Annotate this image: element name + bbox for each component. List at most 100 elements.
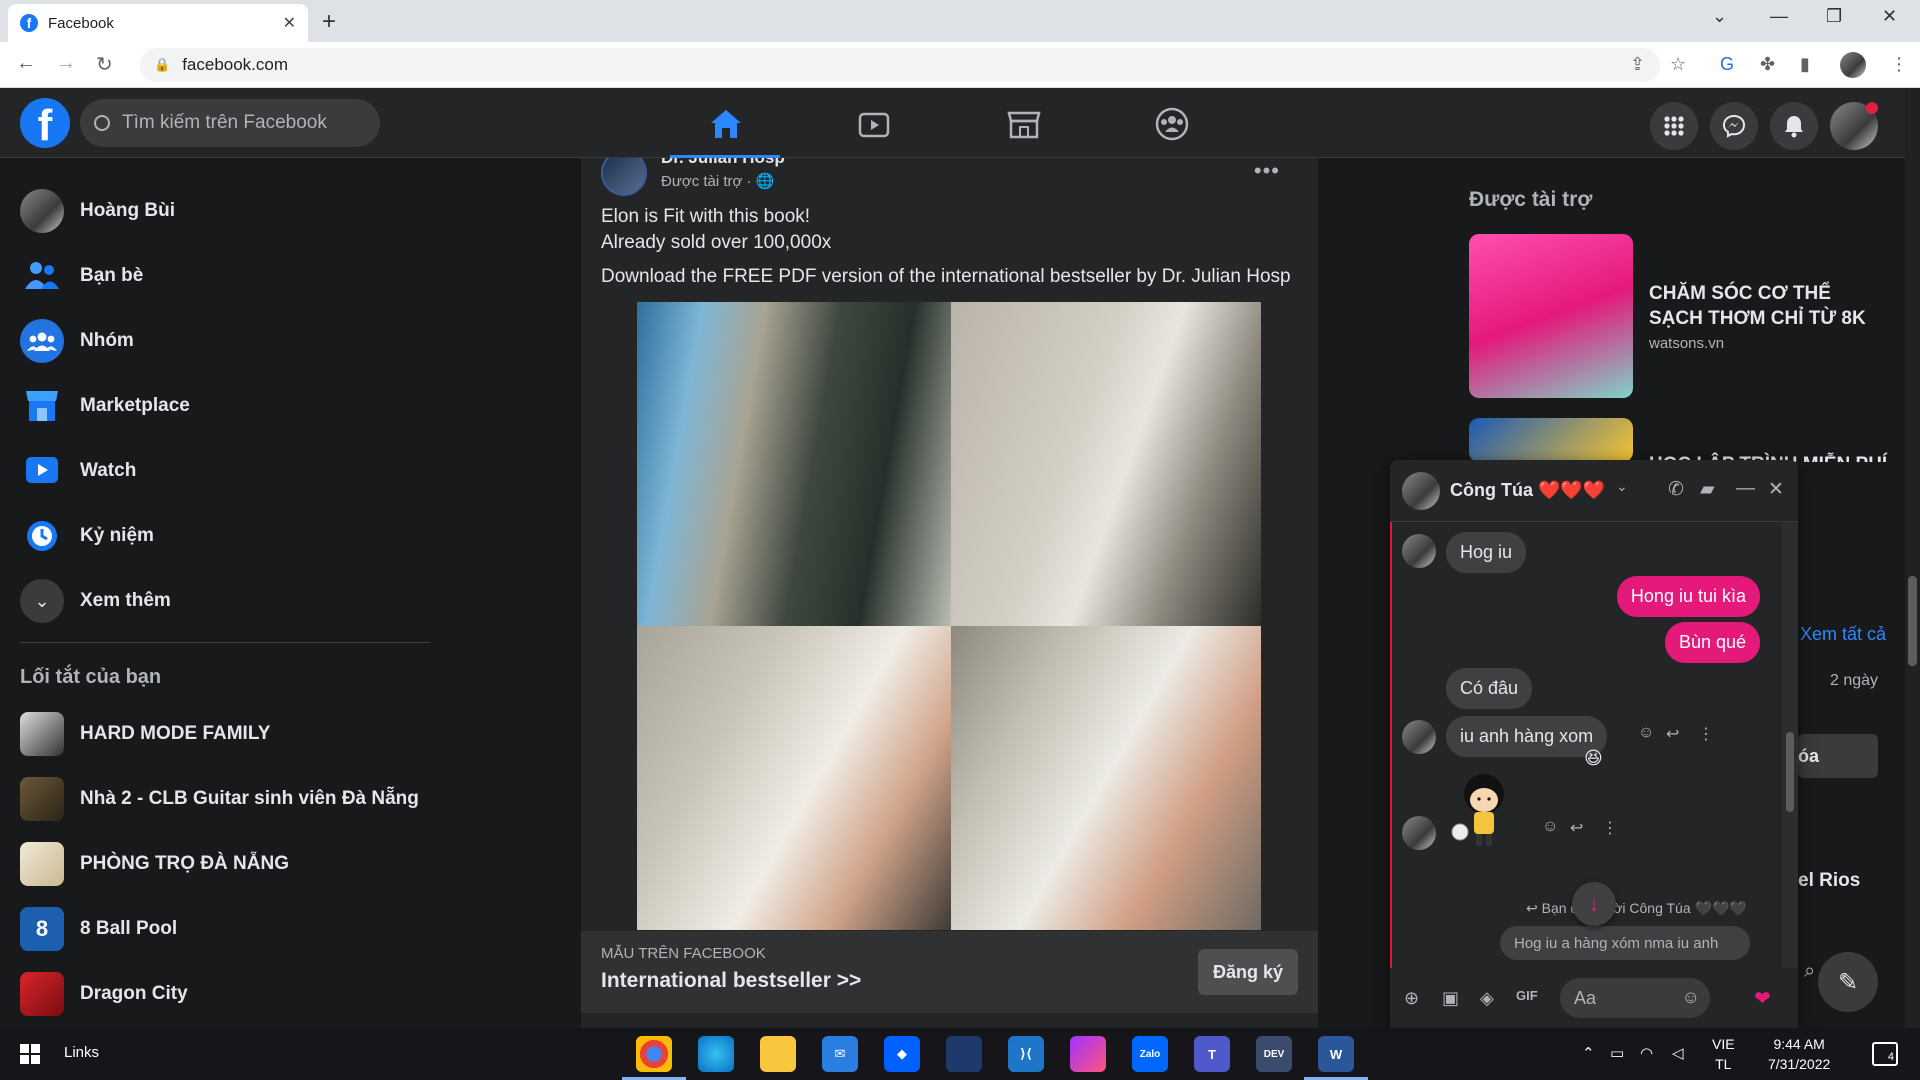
nav-marketplace-icon[interactable]: [1002, 102, 1046, 146]
message-more-icon[interactable]: ⋮: [1602, 818, 1618, 838]
photo-icon[interactable]: ▣: [1442, 988, 1459, 1009]
reply-icon[interactable]: ↩: [1666, 724, 1679, 744]
nav-groups-icon[interactable]: [1150, 102, 1194, 146]
windows-start-icon[interactable]: [20, 1044, 40, 1064]
close-chat-icon[interactable]: ✕: [1768, 478, 1784, 501]
react-smile-icon[interactable]: ☺: [1542, 818, 1558, 836]
react-smile-icon[interactable]: ☺: [1638, 724, 1654, 742]
mail-app-icon[interactable]: ✉: [822, 1036, 858, 1072]
chrome-menu-icon[interactable]: ⋮: [1890, 54, 1908, 75]
dropbox-app-icon[interactable]: ◆: [884, 1036, 920, 1072]
back-arrow-icon[interactable]: ←: [16, 52, 36, 75]
message-bubble-outgoing[interactable]: Hong iu tui kìa: [1616, 576, 1760, 617]
dev-cpp-app-icon[interactable]: DEV: [1256, 1036, 1292, 1072]
tray-chevron-up-icon[interactable]: ⌃: [1582, 1044, 1595, 1062]
post-more-options-icon[interactable]: •••: [1254, 158, 1280, 184]
facebook-logo-icon[interactable]: f: [20, 98, 70, 150]
sidebar-item-memories[interactable]: Kỷ niệm: [20, 510, 430, 562]
facebook-search[interactable]: [80, 99, 380, 147]
page-scrollbar[interactable]: [1905, 88, 1920, 1028]
message-input[interactable]: [1574, 987, 1664, 1009]
gif-icon[interactable]: GIF: [1516, 988, 1538, 1003]
google-translate-icon[interactable]: G: [1720, 54, 1734, 75]
reply-icon[interactable]: ↩: [1570, 818, 1583, 838]
close-tab-icon[interactable]: ✕: [283, 13, 296, 33]
profile-avatar-icon[interactable]: [1840, 52, 1866, 78]
new-tab-button[interactable]: +: [322, 8, 336, 36]
shortcut-8-ball-pool[interactable]: 8 8 Ball Pool: [20, 903, 430, 955]
nav-watch-icon[interactable]: [852, 102, 896, 146]
search-input[interactable]: [122, 112, 362, 134]
reload-icon[interactable]: ↻: [96, 52, 113, 77]
links-toolbar[interactable]: Links: [64, 1044, 99, 1061]
tray-battery-icon[interactable]: ▭: [1610, 1044, 1624, 1062]
sidebar-item-see-more[interactable]: ⌄ Xem thêm: [20, 575, 430, 627]
sidebar-item-watch[interactable]: Watch: [20, 445, 430, 497]
file-explorer-icon[interactable]: [760, 1036, 796, 1072]
powertoys-app-icon[interactable]: [946, 1036, 982, 1072]
contacts-search-icon[interactable]: ⌕: [1804, 960, 1815, 983]
video-call-icon[interactable]: ▰: [1700, 478, 1715, 501]
chat-header[interactable]: Công Túa ❤️❤️❤️ ⌄ ✆ ▰ — ✕: [1390, 460, 1798, 522]
tray-volume-icon[interactable]: ◁: [1672, 1044, 1684, 1062]
messenger-icon[interactable]: [1710, 102, 1758, 150]
tab-search-chevron-icon[interactable]: ⌄: [1712, 6, 1727, 27]
post-image-grid[interactable]: [637, 302, 1261, 930]
vscode-app-icon[interactable]: ⟩⟨: [1008, 1036, 1044, 1072]
sponsored-ad-funx[interactable]: HỌC LẬP TRÌNH MIỄN PHÍ ... TÀI TRỢ: [1469, 418, 1889, 462]
chat-scrollbar[interactable]: [1782, 522, 1798, 968]
contact-name[interactable]: el Rios: [1798, 870, 1860, 892]
tray-wifi-icon[interactable]: ◠: [1640, 1044, 1653, 1062]
heart-emoji-icon[interactable]: ❤: [1754, 986, 1771, 1011]
add-plus-icon[interactable]: ⊕: [1404, 988, 1419, 1009]
reply-preview-bubble[interactable]: Hog iu a hàng xóm nma iu anh: [1500, 926, 1750, 960]
edge-app-icon[interactable]: [698, 1036, 734, 1072]
cartoon-sticker[interactable]: [1448, 770, 1516, 850]
action-center-icon[interactable]: 4: [1872, 1042, 1898, 1066]
system-clock[interactable]: 9:44 AM 7/31/2022: [1768, 1034, 1830, 1074]
message-bubble-incoming[interactable]: iu anh hàng xom: [1446, 716, 1608, 757]
nav-home-icon[interactable]: [704, 102, 748, 146]
shortcut-hard-mode-family[interactable]: HARD MODE FAMILY: [20, 708, 430, 760]
chevron-down-icon[interactable]: ⌄: [1616, 478, 1628, 495]
browser-tab-facebook[interactable]: f Facebook ✕: [8, 4, 308, 42]
sidebar-item-groups[interactable]: Nhóm: [20, 315, 430, 367]
message-bubble-outgoing[interactable]: Bùn qué: [1664, 622, 1760, 663]
message-reaction[interactable]: 😆: [1584, 748, 1603, 769]
sidebar-item-friends[interactable]: Bạn bè: [20, 250, 430, 302]
teams-app-icon[interactable]: T: [1194, 1036, 1230, 1072]
messenger-app-icon[interactable]: [1070, 1036, 1106, 1072]
minimize-window-icon[interactable]: —: [1770, 6, 1788, 27]
notifications-bell-icon[interactable]: [1770, 102, 1818, 150]
input-language-indicator[interactable]: VIE TL: [1712, 1034, 1735, 1074]
new-message-compose-icon[interactable]: ✎: [1818, 952, 1878, 1012]
message-bubble-incoming[interactable]: Có đâu: [1446, 668, 1533, 709]
restore-window-icon[interactable]: ❐: [1826, 6, 1842, 27]
shortcut-guitar-club[interactable]: Nhà 2 - CLB Guitar sinh viên Đà Nẵng: [20, 773, 430, 825]
signup-button[interactable]: Đăng ký: [1198, 949, 1298, 995]
chrome-app-icon[interactable]: [622, 1036, 686, 1080]
post-link-footer[interactable]: MẪU TRÊN FACEBOOK International bestsell…: [581, 931, 1318, 1013]
bookmark-star-icon[interactable]: ☆: [1670, 54, 1686, 75]
close-window-icon[interactable]: ✕: [1882, 6, 1897, 27]
see-all-link[interactable]: Xem tất cả: [1800, 624, 1886, 645]
sidebar-item-marketplace[interactable]: Marketplace: [20, 380, 430, 432]
address-bar[interactable]: 🔒 facebook.com: [140, 48, 1660, 82]
lock-icon[interactable]: 🔒: [154, 57, 170, 73]
shortcut-phong-tro[interactable]: PHÒNG TRỌ ĐÀ NẴNG: [20, 838, 430, 890]
minimize-chat-icon[interactable]: —: [1736, 478, 1755, 500]
voice-call-icon[interactable]: ✆: [1668, 478, 1684, 501]
zalo-app-icon[interactable]: Zalo: [1132, 1036, 1168, 1072]
emoji-icon[interactable]: ☺: [1682, 987, 1700, 1008]
extensions-puzzle-icon[interactable]: ✤: [1760, 54, 1775, 75]
side-panel-icon[interactable]: ▮: [1800, 54, 1810, 75]
shortcut-dragon-city[interactable]: Dragon City: [20, 968, 430, 1020]
forward-arrow-icon[interactable]: →: [56, 52, 76, 75]
message-input-box[interactable]: ☺: [1560, 978, 1710, 1018]
message-bubble-incoming[interactable]: Hog iu: [1446, 532, 1527, 573]
menu-grid-icon[interactable]: [1650, 102, 1698, 150]
sponsored-ad-watsons[interactable]: CHĂM SÓC CƠ THỂ SẠCH THƠM CHỈ TỪ 8K wats…: [1469, 234, 1889, 398]
share-icon[interactable]: ⇪: [1630, 54, 1645, 75]
post-author[interactable]: Dr. Julian Hosp: [661, 158, 785, 168]
author-avatar[interactable]: [601, 158, 647, 196]
